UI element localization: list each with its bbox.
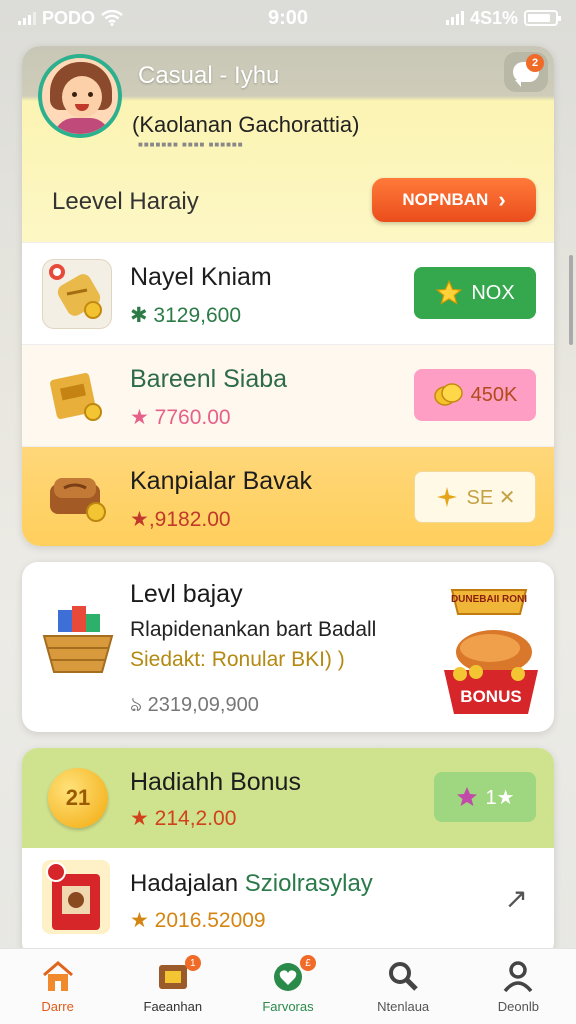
level-card-note: Siedakt: Ronular BKI) ) <box>130 648 345 671</box>
reward-name: Nayel Kniam <box>130 263 272 291</box>
signal-icon <box>18 11 36 25</box>
bonus-claim-label: 1★ <box>485 786 515 809</box>
promo-button[interactable]: NOPNBAN › <box>372 178 536 222</box>
carrier-name: PODO <box>42 7 96 28</box>
reward-row[interactable]: Kanpialar Bavak ★,9182.00 SE ✕ <box>22 446 554 546</box>
gift-bag-icon <box>42 259 112 329</box>
reward-name: Kanpialar Bavak <box>130 467 313 495</box>
tab-bar: Darre 1 Faeanhan £ Farvoras Ntenlaua Deo… <box>0 948 576 1024</box>
cell-signal-icon <box>445 11 464 25</box>
status-bar: PODO 9:00 4S1% <box>0 0 576 36</box>
tab-label: Ntenlaua <box>377 999 430 1014</box>
level-card-value: ঌ 2319,09,900 <box>130 694 259 716</box>
tab-favorites[interactable]: £ Farvoras <box>238 955 338 1014</box>
level-card-description: Rlapidenankan bart Badall <box>130 618 377 641</box>
level-label: Leevel Haraiy <box>52 188 199 215</box>
bonus-row-price: ★ 2016.52009 <box>130 909 266 932</box>
tab-shop[interactable]: 1 Faeanhan <box>123 955 223 1014</box>
level-card-title: Levl bajay <box>130 580 243 608</box>
claim-button[interactable]: SE ✕ <box>414 471 536 523</box>
status-time: 9:00 <box>267 6 309 29</box>
reward-row[interactable]: Bareenl Siaba ★ 7760.00 450K <box>22 344 554 446</box>
tab-label: Faeanhan <box>143 999 203 1014</box>
wifi-icon <box>101 10 123 26</box>
status-left: PODO <box>18 8 123 29</box>
gift-basket-icon <box>42 606 114 673</box>
sparkle-icon <box>436 487 457 507</box>
claim-button[interactable]: 450K <box>414 369 536 421</box>
treasure-chest-icon <box>42 463 112 533</box>
battery-icon <box>524 10 561 26</box>
chevron-right-icon: › <box>498 187 506 212</box>
bonus-price: ★ 214,2.00 <box>130 807 237 830</box>
profile-header: Casual - Iyhu 2 (Kaolanan Gachorattia) ■… <box>22 46 554 242</box>
tab-label: Darre <box>41 999 74 1014</box>
profile-icon <box>503 961 533 993</box>
reward-price: ★,9182.00 <box>130 508 231 531</box>
coin-icon <box>433 383 463 406</box>
gem-icon <box>457 787 478 806</box>
bonus-row[interactable]: Hadajalan Sziolrasylay ★ 2016.52009 ↗ <box>22 848 554 958</box>
tab-badge: 1 <box>184 955 201 971</box>
tab-badge: £ <box>299 955 316 971</box>
tab-label: Deonlb <box>497 999 539 1014</box>
banner-text: DUNEBAII RONI <box>451 594 527 605</box>
bonus-title: Hadiahh Bonus <box>130 768 301 796</box>
bonus-food-icon: DUNEBAII RONI BONUS <box>444 589 538 714</box>
notification-badge: 2 <box>526 54 544 72</box>
arrow-icon[interactable]: ↗ <box>505 882 528 915</box>
promo-button-label: NOPNBAN <box>402 190 489 209</box>
bonus-card: 21 Hadiahh Bonus ★ 214,2.00 1★ Hadajalan… <box>22 748 554 958</box>
claim-button-label: SE ✕ <box>466 486 516 509</box>
battery-percent: 4S1% <box>469 7 518 28</box>
avatar[interactable] <box>38 54 122 138</box>
reward-name: Bareenl Siaba <box>130 365 288 393</box>
bonus-row-title: Hadajalan Sziolrasylay <box>130 870 373 897</box>
bonus-claim-button[interactable]: 1★ <box>434 772 536 822</box>
page-title: Casual - Iyhu <box>138 62 280 89</box>
bonus-header[interactable]: 21 Hadiahh Bonus ★ 214,2.00 1★ <box>22 748 554 848</box>
gold-box-icon <box>42 361 112 431</box>
claim-button-label: 450K <box>470 383 518 406</box>
tab-search[interactable]: Ntenlaua <box>353 959 453 1014</box>
gift-box-icon <box>42 860 110 934</box>
main-card: Casual - Iyhu 2 (Kaolanan Gachorattia) ■… <box>22 46 554 546</box>
tab-profile[interactable]: Deonlb <box>468 959 568 1014</box>
level-card[interactable]: Levl bajay Rlapidenankan bart Badall Sie… <box>22 562 554 732</box>
reward-price: ★ 7760.00 <box>130 406 231 429</box>
bonus-label: BONUS <box>460 687 521 706</box>
decorative-dots: ■■■■■■■ ■■■■ ■■■■■■ <box>138 140 244 149</box>
bonus-coin-icon: 21 <box>48 768 108 828</box>
tab-label: Farvoras <box>262 999 314 1014</box>
claim-button-label: NOX <box>471 281 515 304</box>
tab-home[interactable]: Darre <box>8 959 108 1014</box>
reward-row[interactable]: Nayel Kniam ✱ 3129,600 NOX <box>22 242 554 344</box>
search-icon <box>389 962 418 991</box>
status-right: 4S1% <box>445 7 561 29</box>
header-subtitle: (Kaolanan Gachorattia) <box>132 112 360 137</box>
claim-button[interactable]: NOX <box>414 267 536 319</box>
reward-price: ✱ 3129,600 <box>130 304 242 327</box>
scrollbar[interactable] <box>569 255 573 345</box>
home-icon <box>42 961 73 991</box>
chat-button[interactable]: 2 <box>504 52 548 92</box>
star-icon <box>436 279 463 305</box>
